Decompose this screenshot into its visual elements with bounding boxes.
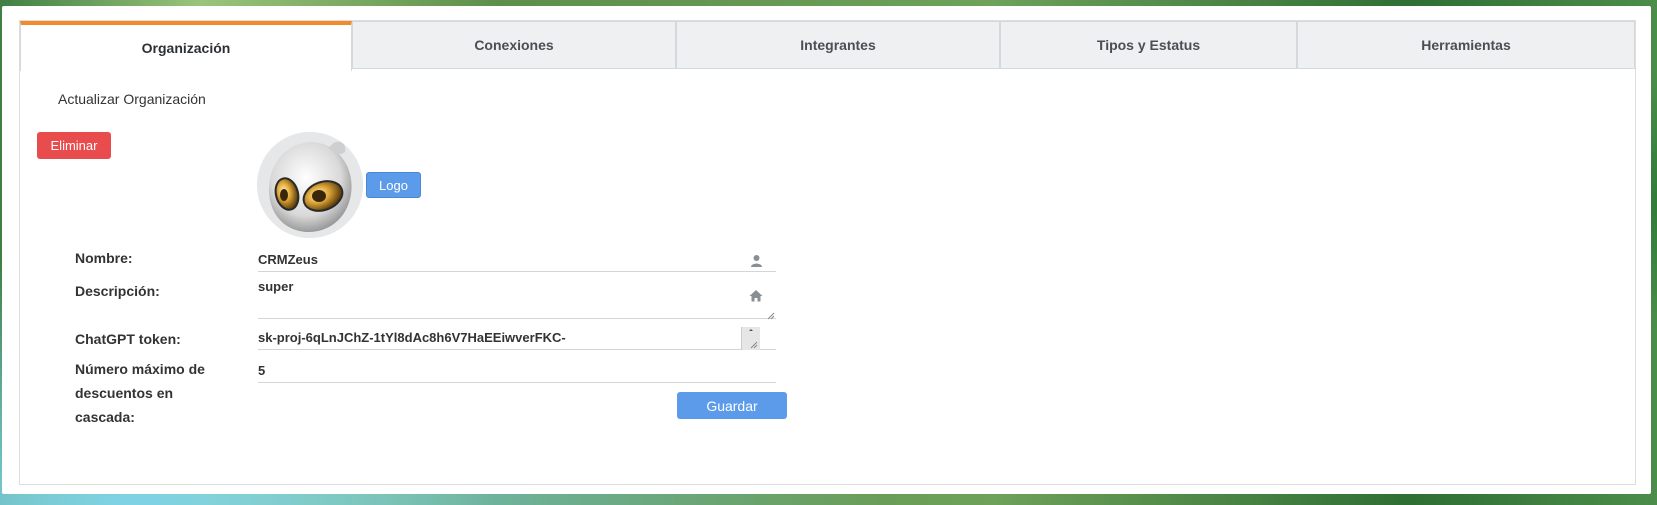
tab-conexiones[interactable]: Conexiones: [352, 21, 676, 69]
token-scroll-control[interactable]: [741, 327, 760, 350]
tab-organizacion[interactable]: Organización: [20, 21, 352, 71]
descuentos-field[interactable]: [258, 359, 776, 383]
user-icon: [749, 253, 763, 267]
descripcion-label: Descripción:: [75, 283, 160, 299]
descuentos-label: Número máximo de descuentos en cascada:: [75, 361, 205, 425]
descripcion-field[interactable]: super: [258, 279, 776, 319]
resize-grip-icon[interactable]: [765, 307, 775, 320]
section-title: Actualizar Organización: [58, 91, 206, 107]
nombre-field[interactable]: [258, 248, 776, 272]
chatgpt-token-field[interactable]: [258, 326, 776, 350]
nombre-label: Nombre:: [75, 250, 133, 266]
tab-herramientas[interactable]: Herramientas: [1297, 21, 1635, 69]
tab-integrantes[interactable]: Integrantes: [676, 21, 1000, 69]
organization-logo: [257, 132, 363, 238]
home-icon: [749, 288, 763, 302]
tab-tipos-estatus[interactable]: Tipos y Estatus: [1000, 21, 1297, 69]
save-button[interactable]: Guardar: [677, 392, 787, 419]
content-panel: Organización Conexiones Integrantes Tipo…: [2, 6, 1651, 494]
logo-upload-button[interactable]: Logo: [366, 172, 421, 198]
delete-button[interactable]: Eliminar: [37, 132, 111, 159]
chatgpt-token-label: ChatGPT token:: [75, 331, 181, 347]
tab-bar: Organización Conexiones Integrantes Tipo…: [20, 21, 1635, 71]
